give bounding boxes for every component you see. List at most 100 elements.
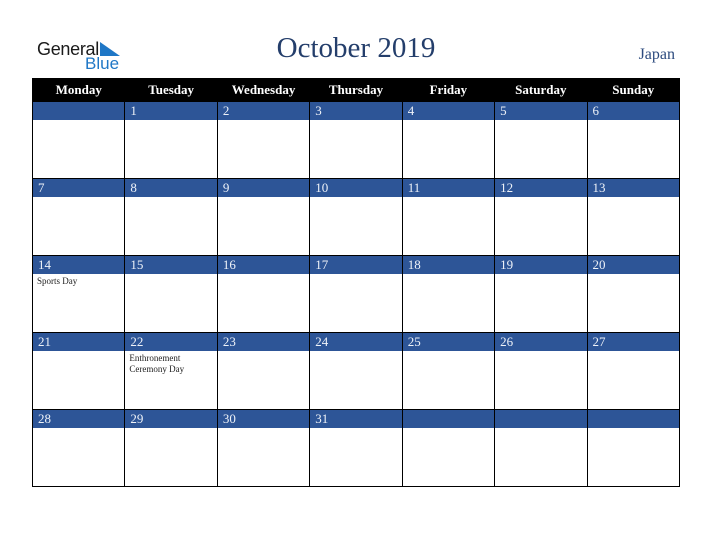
day-cell[interactable]: 4 bbox=[401, 102, 496, 179]
day-number: 13 bbox=[587, 179, 679, 197]
day-number: 5 bbox=[495, 102, 587, 120]
holiday-event bbox=[33, 428, 124, 430]
day-number: 12 bbox=[495, 179, 587, 197]
day-number: 3 bbox=[310, 102, 402, 120]
holiday-event bbox=[495, 120, 586, 122]
day-cell[interactable] bbox=[401, 409, 496, 487]
day-number: 21 bbox=[33, 333, 125, 351]
day-cell[interactable]: 23 bbox=[216, 332, 311, 410]
day-cell[interactable]: 7 bbox=[31, 178, 126, 256]
holiday-event bbox=[125, 120, 216, 122]
day-cell[interactable]: 29 bbox=[124, 409, 218, 487]
day-cell[interactable]: 9 bbox=[216, 178, 311, 256]
holiday-event bbox=[218, 197, 309, 199]
holiday-event bbox=[495, 274, 586, 276]
week-row: 7 8 9 10 11 12 13 bbox=[31, 178, 681, 256]
day-cell[interactable]: 28 bbox=[31, 409, 126, 487]
country-label: Japan bbox=[638, 46, 675, 63]
holiday-event: Enthronement Ceremony Day bbox=[129, 353, 185, 374]
day-cell[interactable]: 25 bbox=[401, 332, 496, 410]
day-cell[interactable]: 12 bbox=[494, 178, 588, 256]
holiday-event bbox=[218, 274, 309, 276]
day-cell[interactable]: 6 bbox=[586, 102, 681, 179]
day-cell[interactable]: 15 bbox=[124, 255, 218, 333]
holiday-event bbox=[33, 351, 124, 353]
day-number: 30 bbox=[217, 410, 310, 428]
day-number bbox=[402, 410, 495, 428]
day-cell[interactable]: 13 bbox=[586, 178, 681, 256]
day-number: 26 bbox=[495, 333, 587, 351]
holiday-event bbox=[588, 120, 679, 122]
day-cell[interactable]: 30 bbox=[216, 409, 311, 487]
holiday-event bbox=[125, 274, 216, 276]
day-number: 20 bbox=[587, 256, 679, 274]
day-cell[interactable] bbox=[31, 102, 126, 179]
week-row: 123456 bbox=[31, 102, 681, 179]
day-cell[interactable]: 22 Enthronement Ceremony Day bbox=[124, 332, 218, 410]
weekday-header: Thursday bbox=[309, 78, 403, 102]
weekday-header: Tuesday bbox=[124, 78, 218, 102]
day-cell[interactable]: 24 bbox=[309, 332, 403, 410]
week-row: 21 22 Enthronement Ceremony Day 23 24 25 26 27 bbox=[31, 332, 681, 410]
day-number: 16 bbox=[217, 256, 310, 274]
day-cell[interactable]: 26 bbox=[494, 332, 588, 410]
day-number bbox=[495, 410, 587, 428]
day-cell[interactable] bbox=[586, 409, 681, 487]
weekday-header-row: Monday Tuesday Wednesday Thursday Friday Satu… bbox=[31, 78, 681, 102]
holiday-event bbox=[310, 197, 401, 199]
day-cell[interactable]: 19 bbox=[494, 255, 588, 333]
day-cell[interactable]: 2 bbox=[216, 102, 311, 179]
day-number: 25 bbox=[402, 333, 495, 351]
holiday-event bbox=[310, 351, 401, 353]
calendar-title: October 2019 bbox=[276, 32, 436, 64]
day-number: 10 bbox=[310, 179, 402, 197]
holiday-event bbox=[495, 197, 586, 199]
holiday-event bbox=[403, 351, 494, 353]
day-cell[interactable]: 21 bbox=[31, 332, 126, 410]
holiday-event bbox=[403, 428, 494, 430]
day-number: 23 bbox=[217, 333, 310, 351]
day-cell[interactable] bbox=[494, 409, 588, 487]
holiday-event bbox=[310, 120, 401, 122]
holiday-event bbox=[218, 351, 309, 353]
day-number: 15 bbox=[125, 256, 217, 274]
day-number: 18 bbox=[402, 256, 495, 274]
day-cell[interactable]: 3 bbox=[309, 102, 403, 179]
day-number: 19 bbox=[495, 256, 587, 274]
calendar-grid: Monday Tuesday Wednesday Thursday Friday Satu… bbox=[31, 78, 681, 487]
holiday-event bbox=[403, 120, 494, 122]
day-number: 2 bbox=[217, 102, 310, 120]
day-cell[interactable]: 20 bbox=[586, 255, 681, 333]
day-number bbox=[33, 102, 125, 120]
weekday-header: Monday bbox=[31, 78, 126, 102]
day-cell[interactable]: 17 bbox=[309, 255, 403, 333]
day-number: 4 bbox=[402, 102, 495, 120]
day-cell[interactable]: 1 bbox=[124, 102, 218, 179]
day-cell[interactable]: 18 bbox=[401, 255, 496, 333]
day-cell[interactable]: 16 bbox=[216, 255, 311, 333]
day-number: 11 bbox=[402, 179, 495, 197]
day-number: 28 bbox=[33, 410, 125, 428]
holiday-event bbox=[125, 197, 216, 199]
weekday-header: Wednesday bbox=[216, 78, 311, 102]
weekday-header: Friday bbox=[401, 78, 496, 102]
day-cell[interactable]: 5 bbox=[494, 102, 588, 179]
day-cell[interactable]: 14 Sports Day bbox=[31, 255, 126, 333]
day-number: 6 bbox=[587, 102, 679, 120]
day-number: 29 bbox=[125, 410, 217, 428]
day-cell[interactable]: 31 bbox=[309, 409, 403, 487]
day-cell[interactable]: 8 bbox=[124, 178, 218, 256]
day-number bbox=[587, 410, 679, 428]
day-number: 14 bbox=[33, 256, 125, 274]
day-cell[interactable]: 27 bbox=[586, 332, 681, 410]
holiday-event bbox=[218, 428, 309, 430]
holiday-event bbox=[218, 120, 309, 122]
holiday-event bbox=[588, 274, 679, 276]
day-cell[interactable]: 11 bbox=[401, 178, 496, 256]
holiday-event bbox=[495, 351, 586, 353]
holiday-event bbox=[588, 351, 679, 353]
day-number: 9 bbox=[217, 179, 310, 197]
holiday-event bbox=[310, 274, 401, 276]
holiday-event bbox=[403, 274, 494, 276]
day-cell[interactable]: 10 bbox=[309, 178, 403, 256]
